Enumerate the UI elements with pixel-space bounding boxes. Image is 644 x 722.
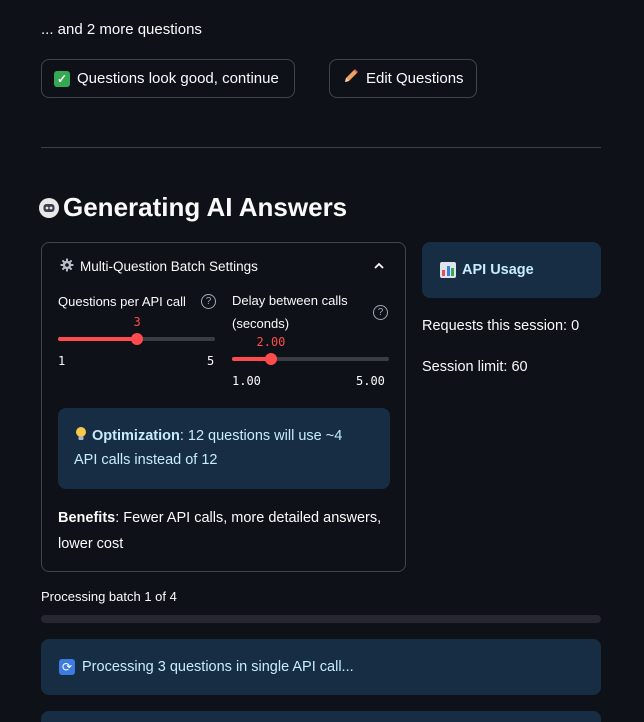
delay-value: 2.00 <box>256 335 286 349</box>
optimization-line1: : 12 questions will use ~4 <box>179 428 343 444</box>
optimization-line2: API calls instead of 12 <box>74 452 218 468</box>
progress-label: Processing batch 1 of 4 <box>41 589 177 604</box>
slider-thumb[interactable] <box>265 353 277 365</box>
delay-slider[interactable] <box>232 353 389 365</box>
progress-bar <box>41 615 601 623</box>
session-limit-text: Session limit: 60 <box>422 359 528 375</box>
bar-chart-icon <box>440 262 456 278</box>
section-title: Generating AI Answers <box>63 192 348 222</box>
benefits-line1: : Fewer API calls, more detailed answers… <box>115 510 382 526</box>
slider-fill <box>58 337 137 341</box>
help-icon[interactable]: ? <box>373 305 388 320</box>
slider-max: 5 <box>207 354 215 368</box>
questions-per-call-label: Questions per API call <box>58 294 186 309</box>
api-usage-title: API Usage <box>462 262 534 278</box>
gear-icon <box>60 258 74 275</box>
pencil-icon <box>342 68 359 89</box>
delay-label: Delay between calls (seconds) <box>232 289 348 335</box>
edit-questions-label: Edit Questions <box>366 70 464 87</box>
benefits-text: Benefits: Fewer API calls, more detailed… <box>58 505 398 557</box>
slider-min: 1.00 <box>232 374 261 388</box>
section-heading: Generating AI Answers <box>39 192 347 223</box>
optimization-info-box: Optimization: 12 questions will use ~4 A… <box>58 408 390 489</box>
requests-text: Requests this session: 0 <box>422 318 580 334</box>
slider-max: 5.00 <box>356 374 385 388</box>
delay-label-line1: Delay between calls <box>232 293 348 308</box>
batch-settings-title: Multi-Question Batch Settings <box>80 259 258 274</box>
optimization-bold: Optimization <box>92 428 180 444</box>
next-status-box <box>41 711 601 722</box>
slider-min: 1 <box>58 354 66 368</box>
batch-settings-expander: Multi-Question Batch Settings Questions … <box>41 242 406 572</box>
benefits-bold: Benefits <box>58 510 116 526</box>
more-questions-text: ... and 2 more questions <box>41 21 202 38</box>
continue-button-label: Questions look good, continue <box>77 70 279 87</box>
check-mark-icon: ✓ <box>54 70 70 87</box>
questions-per-call-slider[interactable] <box>58 333 215 345</box>
processing-text: Processing 3 questions in single API cal… <box>82 659 354 675</box>
robot-icon <box>39 197 59 218</box>
batch-settings-header[interactable]: Multi-Question Batch Settings <box>60 258 258 275</box>
api-usage-box: API Usage <box>422 242 601 298</box>
delay-label-line2: (seconds) <box>232 316 290 331</box>
lightbulb-icon <box>74 427 92 444</box>
questions-per-call-value: 3 <box>133 315 141 329</box>
slider-thumb[interactable] <box>131 333 143 345</box>
processing-status-box: ⟳ Processing 3 questions in single API c… <box>41 639 601 695</box>
divider <box>41 147 601 148</box>
refresh-icon: ⟳ <box>59 659 75 675</box>
continue-button[interactable]: ✓ Questions look good, continue <box>41 59 295 98</box>
benefits-line2: lower cost <box>58 536 124 552</box>
chevron-up-icon[interactable] <box>373 259 385 277</box>
help-icon[interactable]: ? <box>201 294 216 309</box>
edit-questions-button[interactable]: Edit Questions <box>329 59 477 98</box>
